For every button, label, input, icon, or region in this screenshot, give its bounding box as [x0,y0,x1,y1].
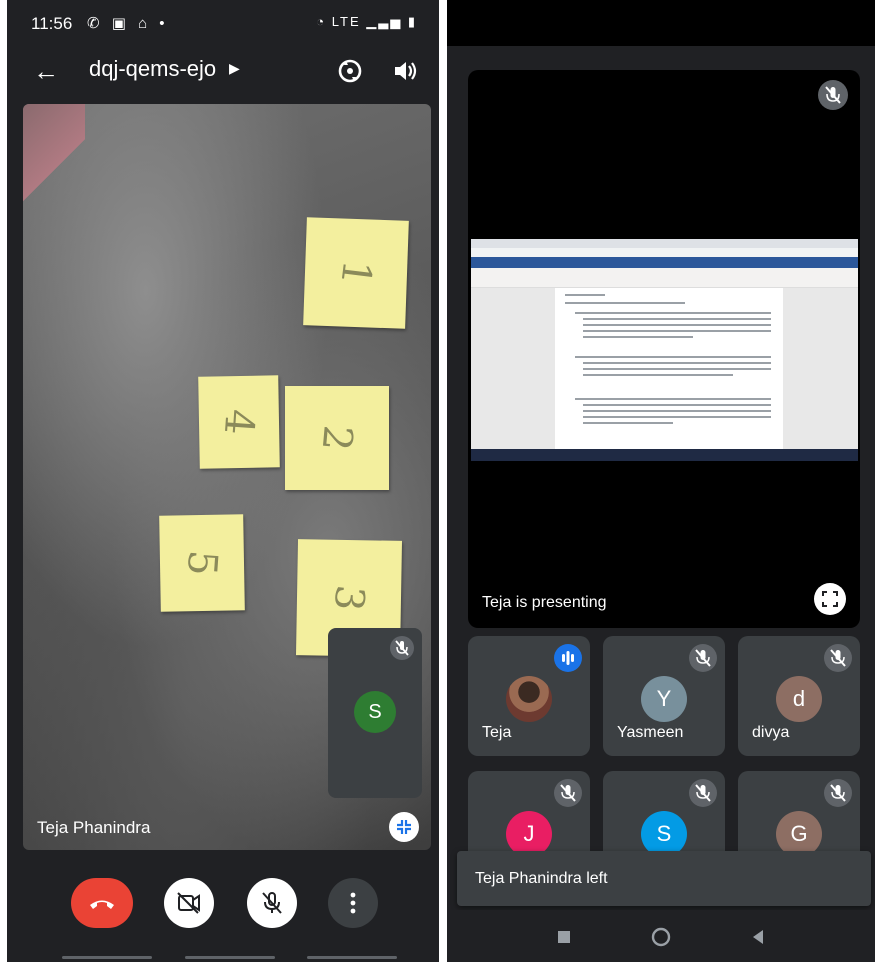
main-participant-name: Teja Phanindra [37,818,151,837]
avatar-initial: d [792,686,806,711]
end-call-button[interactable] [71,878,133,928]
android-nav-bar [447,910,875,962]
participant-tile-yasmeen[interactable]: Y Yasmeen [603,636,725,756]
home-icon[interactable] [648,924,674,950]
avatar-initial: G [790,821,808,846]
mic-muted-icon [689,644,717,672]
word-ribbon [471,268,858,288]
participant-avatar: d [776,676,822,722]
chevron-right-icon[interactable]: ▶ [229,60,240,77]
browser-address-bar [471,248,858,257]
participant-tile-teja[interactable]: Teja [468,636,590,756]
gesture-bar [185,956,275,959]
document-area [471,288,858,449]
word-title-bar [471,257,858,268]
sticky-note: 1 [303,217,409,329]
participant-name: Teja [482,724,512,741]
right-phone-screen: Teja is presenting Teja Y Yasmeen d divy… [447,0,875,962]
meeting-top-bar: ← dqj-qems-ejo ▶ [7,46,439,96]
mic-muted-icon [824,779,852,807]
participant-name: divya [752,724,790,741]
windows-taskbar [471,449,858,461]
participant-name: Yasmeen [617,724,684,741]
mic-muted-icon [390,636,414,660]
notification-icons: ✆ ▣ ⌂ • [87,15,169,32]
avatar-initial: J [523,821,535,846]
fullscreen-icon[interactable] [814,583,846,615]
self-view-tile[interactable]: S [328,628,422,798]
signal-battery-icons: ◔ LTE ▁▃▅ ▮ [316,14,417,29]
back-triangle-icon[interactable] [745,924,771,950]
presenting-label: Teja is presenting [482,594,607,611]
gesture-bar [62,956,152,959]
camera-off-button[interactable] [164,878,214,928]
collapse-icon[interactable] [389,812,419,842]
speaker-icon[interactable] [387,54,421,88]
presentation-tile[interactable]: Teja is presenting [468,70,860,628]
snackbar-notification: Teja Phanindra left [457,851,871,906]
mic-off-button[interactable] [247,878,297,928]
background-cloth [23,104,85,204]
mic-muted-icon [554,779,582,807]
gesture-bar [307,956,397,959]
switch-camera-icon[interactable] [333,54,367,88]
document-page [555,288,783,449]
sticky-note: 4 [198,375,280,469]
left-phone-screen: 11:56 ✆ ▣ ⌂ • ◔ LTE ▁▃▅ ▮ ← dqj-qems-ejo… [7,0,439,962]
sticky-note: 2 [285,386,389,490]
snackbar-message: Teja Phanindra left [475,870,608,887]
browser-tabs [471,239,858,248]
participant-photo-avatar [506,676,552,722]
shared-screen [471,239,858,461]
self-avatar: S [354,691,396,733]
sticky-note: 5 [159,514,245,612]
speaking-indicator-icon [554,644,582,672]
mic-muted-icon [824,644,852,672]
more-options-button[interactable] [328,878,378,928]
avatar-initial: S [656,821,672,846]
top-black-bar [447,0,875,46]
mic-muted-icon [689,779,717,807]
recents-icon[interactable] [551,924,577,950]
mic-muted-icon [818,80,848,110]
call-controls [7,870,439,934]
participant-tile-divya[interactable]: d divya [738,636,860,756]
participant-avatar: Y [641,676,687,722]
avatar-initial: Y [656,686,672,711]
self-avatar-initial: S [368,701,382,723]
status-bar: 11:56 ✆ ▣ ⌂ • ◔ LTE ▁▃▅ ▮ [7,0,439,46]
status-time: 11:56 [31,14,73,33]
meeting-code[interactable]: dqj-qems-ejo [89,56,216,82]
back-arrow-icon[interactable]: ← [29,54,63,88]
